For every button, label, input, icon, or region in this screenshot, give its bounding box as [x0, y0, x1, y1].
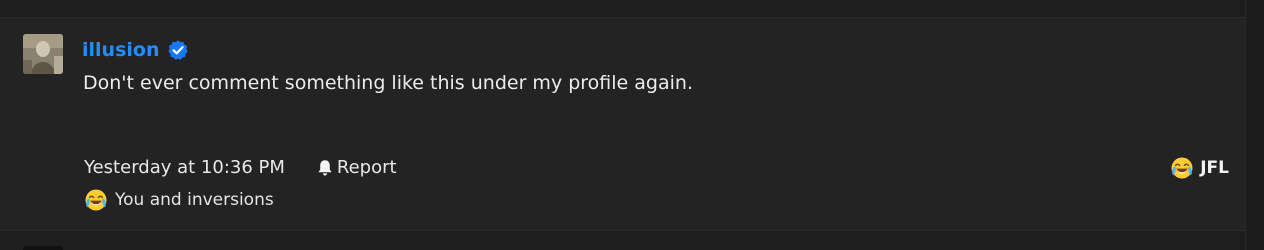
reply-text: You and inversions — [115, 190, 274, 210]
reaction-label: JFL — [1200, 158, 1229, 178]
scrollbar[interactable] — [1245, 0, 1264, 250]
report-button[interactable]: Report — [315, 154, 397, 182]
reply: You and inversions — [84, 186, 274, 214]
comment-text: Don't ever comment something like this u… — [83, 72, 693, 94]
bell-icon — [315, 158, 335, 178]
comment-thread: illusion Don't ever comment something li… — [0, 0, 1264, 250]
crying-laughing-emoji-icon — [1170, 156, 1194, 180]
verified-badge-icon — [167, 39, 189, 61]
comment-meta: Yesterday at 10:36 PM Report — [84, 154, 397, 182]
author-row: illusion — [82, 36, 189, 64]
crying-laughing-emoji-icon — [84, 188, 108, 212]
report-label: Report — [336, 157, 397, 178]
timestamp[interactable]: Yesterday at 10:36 PM — [84, 154, 285, 182]
avatar[interactable] — [23, 34, 63, 74]
reaction-button[interactable]: JFL — [1170, 154, 1229, 182]
comment-item: illusion Don't ever comment something li… — [0, 17, 1246, 231]
next-comment-avatar[interactable] — [23, 246, 63, 250]
author-name[interactable]: illusion — [82, 36, 159, 64]
